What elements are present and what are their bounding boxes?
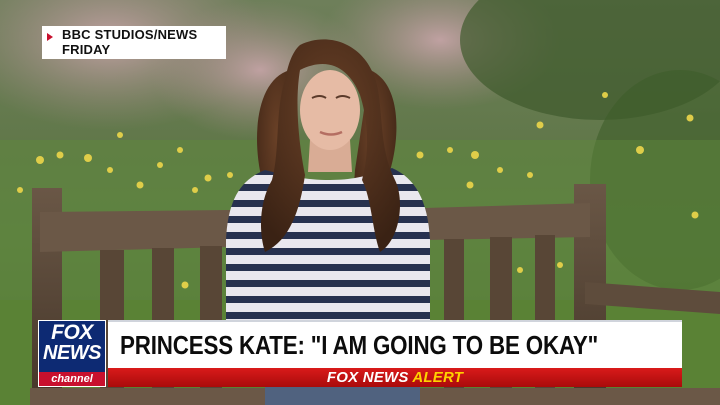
fox-news-channel-logo: FOX NEWS channel — [38, 320, 106, 387]
alert-brand-text: FOX NEWS — [326, 369, 409, 386]
source-caption: BBC STUDIOS/NEWS FRIDAY — [42, 26, 226, 59]
alert-label: FOX NEWS ALERT — [327, 368, 463, 387]
source-line-2: FRIDAY — [62, 42, 111, 57]
news-alert-banner: FOX NEWS ALERT — [108, 368, 682, 387]
headline-text: PRINCESS KATE: "I AM GOING TO BE OKAY" — [120, 330, 599, 360]
logo-fox-text: FOX — [51, 321, 93, 344]
alert-word-text: ALERT — [412, 369, 464, 386]
logo-channel-text: channel — [39, 372, 105, 386]
logo-news-text: NEWS — [43, 342, 102, 364]
play-arrow-icon — [47, 33, 53, 41]
source-line-1: BBC STUDIOS/NEWS — [62, 27, 198, 42]
headline-banner: PRINCESS KATE: "I AM GOING TO BE OKAY" — [108, 320, 682, 368]
